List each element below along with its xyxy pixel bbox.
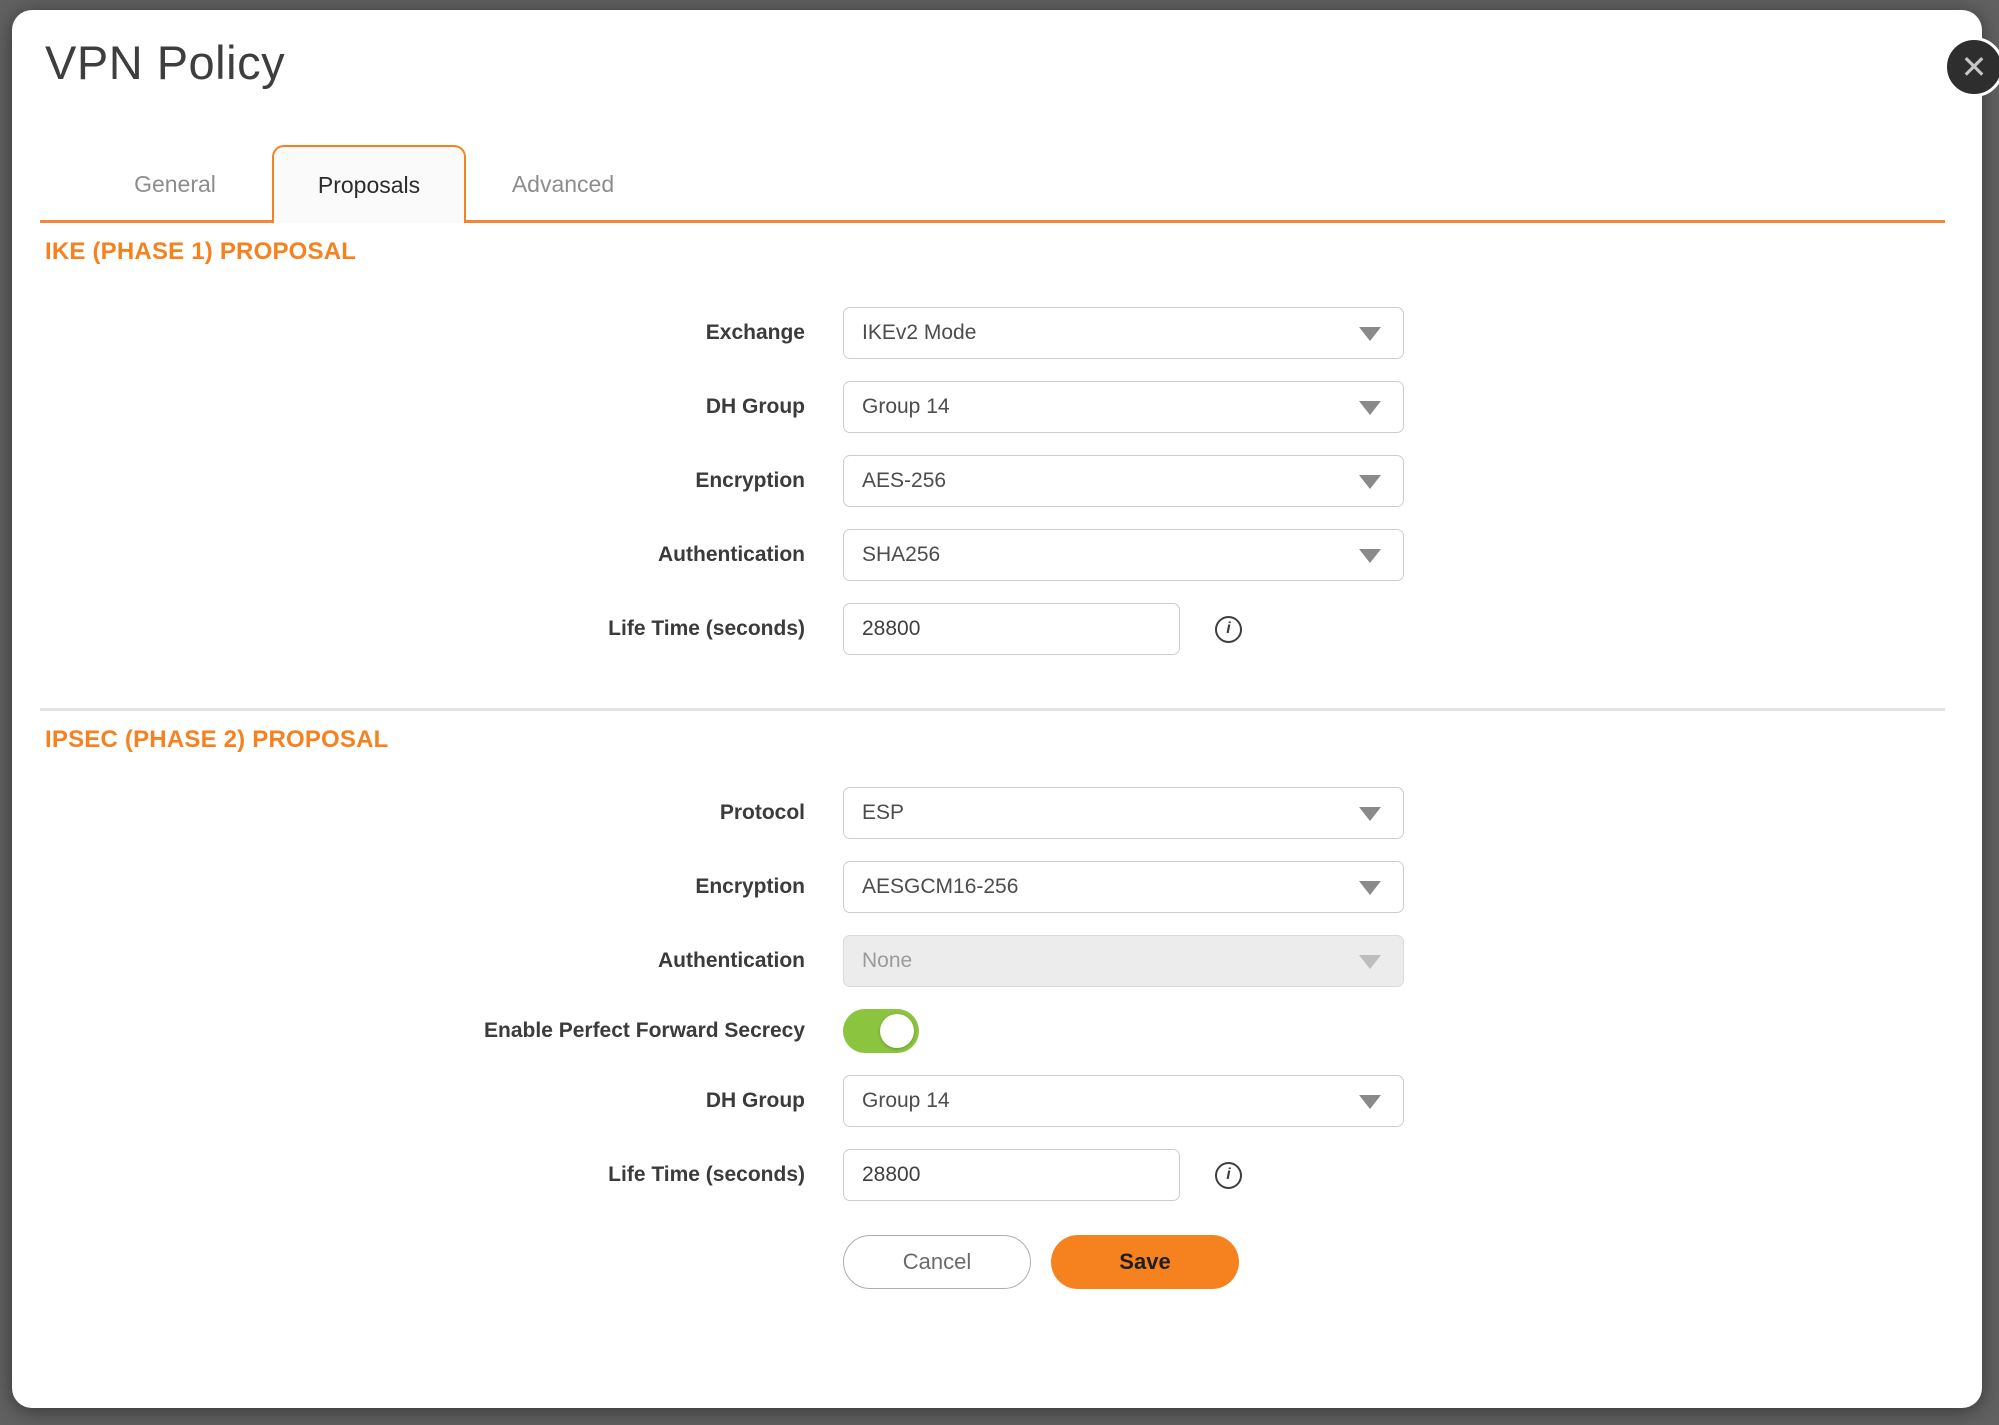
exchange-select-value: IKEv2 Mode	[862, 321, 976, 345]
dialog-content: IKE (PHASE 1) PROPOSAL Exchange IKEv2 Mo…	[40, 238, 1982, 1289]
close-icon: ✕	[1961, 51, 1988, 83]
field-label-encryption: Encryption	[40, 469, 805, 493]
form-row-encryption-p2: Encryption AESGCM16-256	[40, 850, 1982, 924]
field-label-lifetime-p2: Life Time (seconds)	[40, 1163, 805, 1187]
authentication-select[interactable]: SHA256	[843, 529, 1404, 581]
authentication-select-value: SHA256	[862, 543, 940, 567]
form-row-dh-group: DH Group Group 14	[40, 370, 1982, 444]
tab-proposals[interactable]: Proposals	[272, 145, 466, 223]
section-heading-ike-phase1: IKE (PHASE 1) PROPOSAL	[45, 238, 1982, 266]
chevron-down-icon	[1359, 807, 1381, 821]
encryption-p2-select-value: AESGCM16-256	[862, 875, 1018, 899]
authentication-p2-select: None	[843, 935, 1404, 987]
chevron-down-icon	[1359, 401, 1381, 415]
form-row-authentication-p2: Authentication None	[40, 924, 1982, 998]
chevron-down-icon	[1359, 549, 1381, 563]
form-row-lifetime: Life Time (seconds) i	[40, 592, 1982, 666]
exchange-select[interactable]: IKEv2 Mode	[843, 307, 1404, 359]
field-label-pfs: Enable Perfect Forward Secrecy	[40, 1019, 805, 1043]
toggle-knob	[880, 1014, 914, 1048]
save-button[interactable]: Save	[1051, 1235, 1239, 1289]
field-label-protocol: Protocol	[40, 801, 805, 825]
protocol-select[interactable]: ESP	[843, 787, 1404, 839]
encryption-select-value: AES-256	[862, 469, 946, 493]
chevron-down-icon	[1359, 327, 1381, 341]
field-label-encryption-p2: Encryption	[40, 875, 805, 899]
close-button[interactable]: ✕	[1944, 37, 1999, 97]
dh-group-select[interactable]: Group 14	[843, 381, 1404, 433]
chevron-down-icon	[1359, 955, 1381, 969]
cancel-button[interactable]: Cancel	[843, 1235, 1031, 1289]
dh-group-p2-select-value: Group 14	[862, 1089, 950, 1113]
form-row-dh-group-p2: DH Group Group 14	[40, 1064, 1982, 1138]
vpn-policy-dialog: ✕ VPN Policy General Proposals Advanced …	[12, 10, 1982, 1408]
field-label-lifetime: Life Time (seconds)	[40, 617, 805, 641]
form-row-pfs: Enable Perfect Forward Secrecy	[40, 998, 1982, 1064]
chevron-down-icon	[1359, 475, 1381, 489]
authentication-p2-select-value: None	[862, 949, 912, 973]
pfs-toggle[interactable]	[843, 1009, 919, 1053]
info-icon: i	[1215, 1162, 1242, 1189]
form-row-encryption: Encryption AES-256	[40, 444, 1982, 518]
lifetime-p2-input[interactable]	[843, 1149, 1180, 1201]
dialog-title: VPN Policy	[45, 36, 1982, 90]
field-label-authentication-p2: Authentication	[40, 949, 805, 973]
field-label-dh-group-p2: DH Group	[40, 1089, 805, 1113]
info-icon-glyph: i	[1226, 620, 1230, 638]
form-row-exchange: Exchange IKEv2 Mode	[40, 296, 1982, 370]
ipsec-phase2-rows: Protocol ESP Encryption AESGCM16-256 Aut…	[40, 776, 1982, 1212]
field-label-exchange: Exchange	[40, 321, 805, 345]
section-heading-ipsec-phase2: IPSEC (PHASE 2) PROPOSAL	[45, 726, 1982, 754]
info-icon: i	[1215, 616, 1242, 643]
dialog-footer: Cancel Save	[843, 1235, 1982, 1289]
encryption-p2-select[interactable]: AESGCM16-256	[843, 861, 1404, 913]
form-row-authentication: Authentication SHA256	[40, 518, 1982, 592]
form-row-protocol: Protocol ESP	[40, 776, 1982, 850]
lifetime-input[interactable]	[843, 603, 1180, 655]
chevron-down-icon	[1359, 881, 1381, 895]
info-icon-glyph: i	[1226, 1166, 1230, 1184]
encryption-select[interactable]: AES-256	[843, 455, 1404, 507]
form-row-lifetime-p2: Life Time (seconds) i	[40, 1138, 1982, 1212]
tab-bar: General Proposals Advanced	[40, 145, 1945, 223]
tab-advanced[interactable]: Advanced	[466, 145, 660, 223]
dh-group-select-value: Group 14	[862, 395, 950, 419]
field-label-dh-group: DH Group	[40, 395, 805, 419]
dh-group-p2-select[interactable]: Group 14	[843, 1075, 1404, 1127]
tab-general[interactable]: General	[78, 145, 272, 223]
field-label-authentication: Authentication	[40, 543, 805, 567]
section-divider	[40, 708, 1945, 711]
protocol-select-value: ESP	[862, 801, 904, 825]
ike-phase1-rows: Exchange IKEv2 Mode DH Group Group 14 En…	[40, 296, 1982, 666]
chevron-down-icon	[1359, 1095, 1381, 1109]
